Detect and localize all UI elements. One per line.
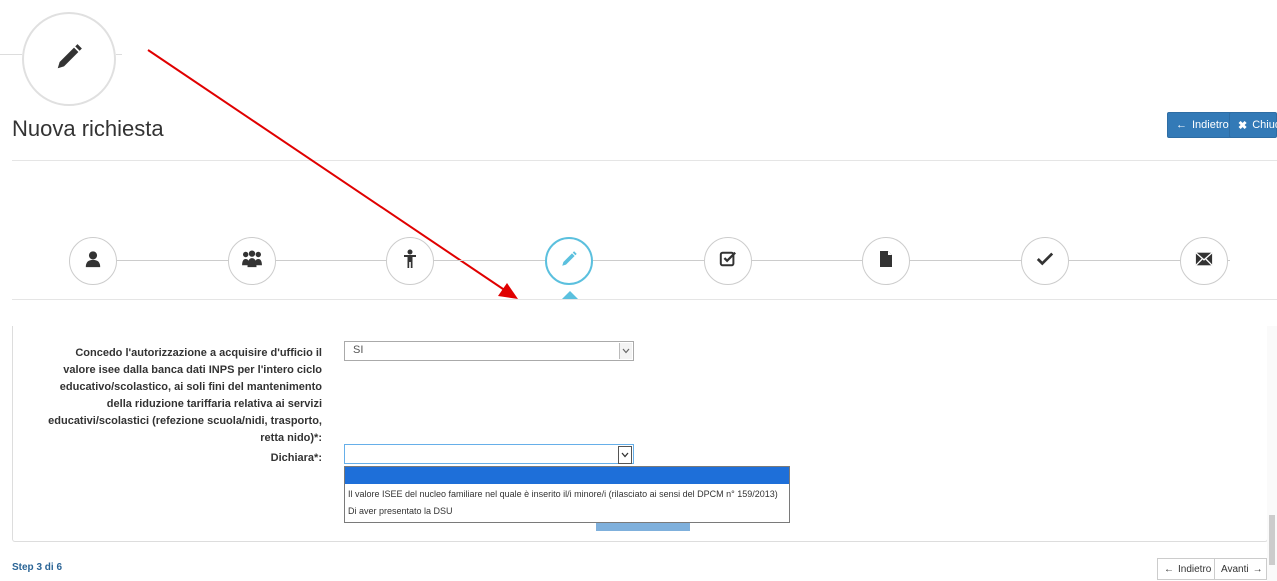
back-button-bottom-label: Indietro bbox=[1178, 563, 1212, 575]
stepper-separator bbox=[12, 299, 1277, 300]
child-icon bbox=[403, 249, 417, 274]
users-icon bbox=[241, 249, 263, 273]
dichiara-dropdown: Il valore ISEE del nucleo familiare nel … bbox=[344, 466, 790, 523]
step-1[interactable] bbox=[69, 237, 117, 285]
step-6[interactable] bbox=[862, 237, 910, 285]
dropdown-option[interactable] bbox=[345, 467, 789, 484]
scrollbar-thumb[interactable] bbox=[1269, 515, 1275, 565]
envelope-icon bbox=[1195, 251, 1213, 272]
dropdown-option[interactable]: Di aver presentato la DSU bbox=[345, 503, 789, 520]
file-icon bbox=[879, 250, 893, 273]
step-5[interactable] bbox=[704, 237, 752, 285]
chevron-down-icon bbox=[618, 446, 632, 464]
back-button-bottom[interactable]: ← Indietro bbox=[1157, 558, 1215, 580]
step-7[interactable] bbox=[1021, 237, 1069, 285]
step-2[interactable] bbox=[228, 237, 276, 285]
step-4[interactable] bbox=[545, 237, 593, 285]
authorization-label: Concedo l'autorizzazione a acquisire d'u… bbox=[48, 347, 322, 444]
next-button-label: Avanti bbox=[1221, 563, 1249, 575]
step-8[interactable] bbox=[1180, 237, 1228, 285]
arrow-left-icon: ← bbox=[1164, 563, 1174, 575]
dichiara-label: Dichiara*: bbox=[270, 452, 322, 464]
checkbox-icon bbox=[719, 250, 737, 273]
dichiara-select[interactable] bbox=[344, 444, 634, 464]
next-button[interactable]: Avanti → bbox=[1214, 558, 1267, 580]
pencil-icon bbox=[560, 250, 578, 273]
active-step-caret bbox=[562, 291, 578, 299]
chevron-down-icon bbox=[619, 343, 632, 359]
checkmark-icon bbox=[1036, 251, 1054, 272]
arrow-right-icon: → bbox=[1252, 563, 1263, 575]
step-3[interactable] bbox=[386, 237, 434, 285]
step-counter: Step 3 di 6 bbox=[12, 562, 63, 573]
submit-button-partial[interactable] bbox=[596, 522, 690, 531]
user-icon bbox=[84, 250, 102, 273]
dropdown-option[interactable]: Il valore ISEE del nucleo familiare nel … bbox=[345, 486, 789, 503]
authorization-select[interactable]: SI bbox=[344, 341, 634, 361]
authorization-select-value: SI bbox=[353, 344, 364, 356]
